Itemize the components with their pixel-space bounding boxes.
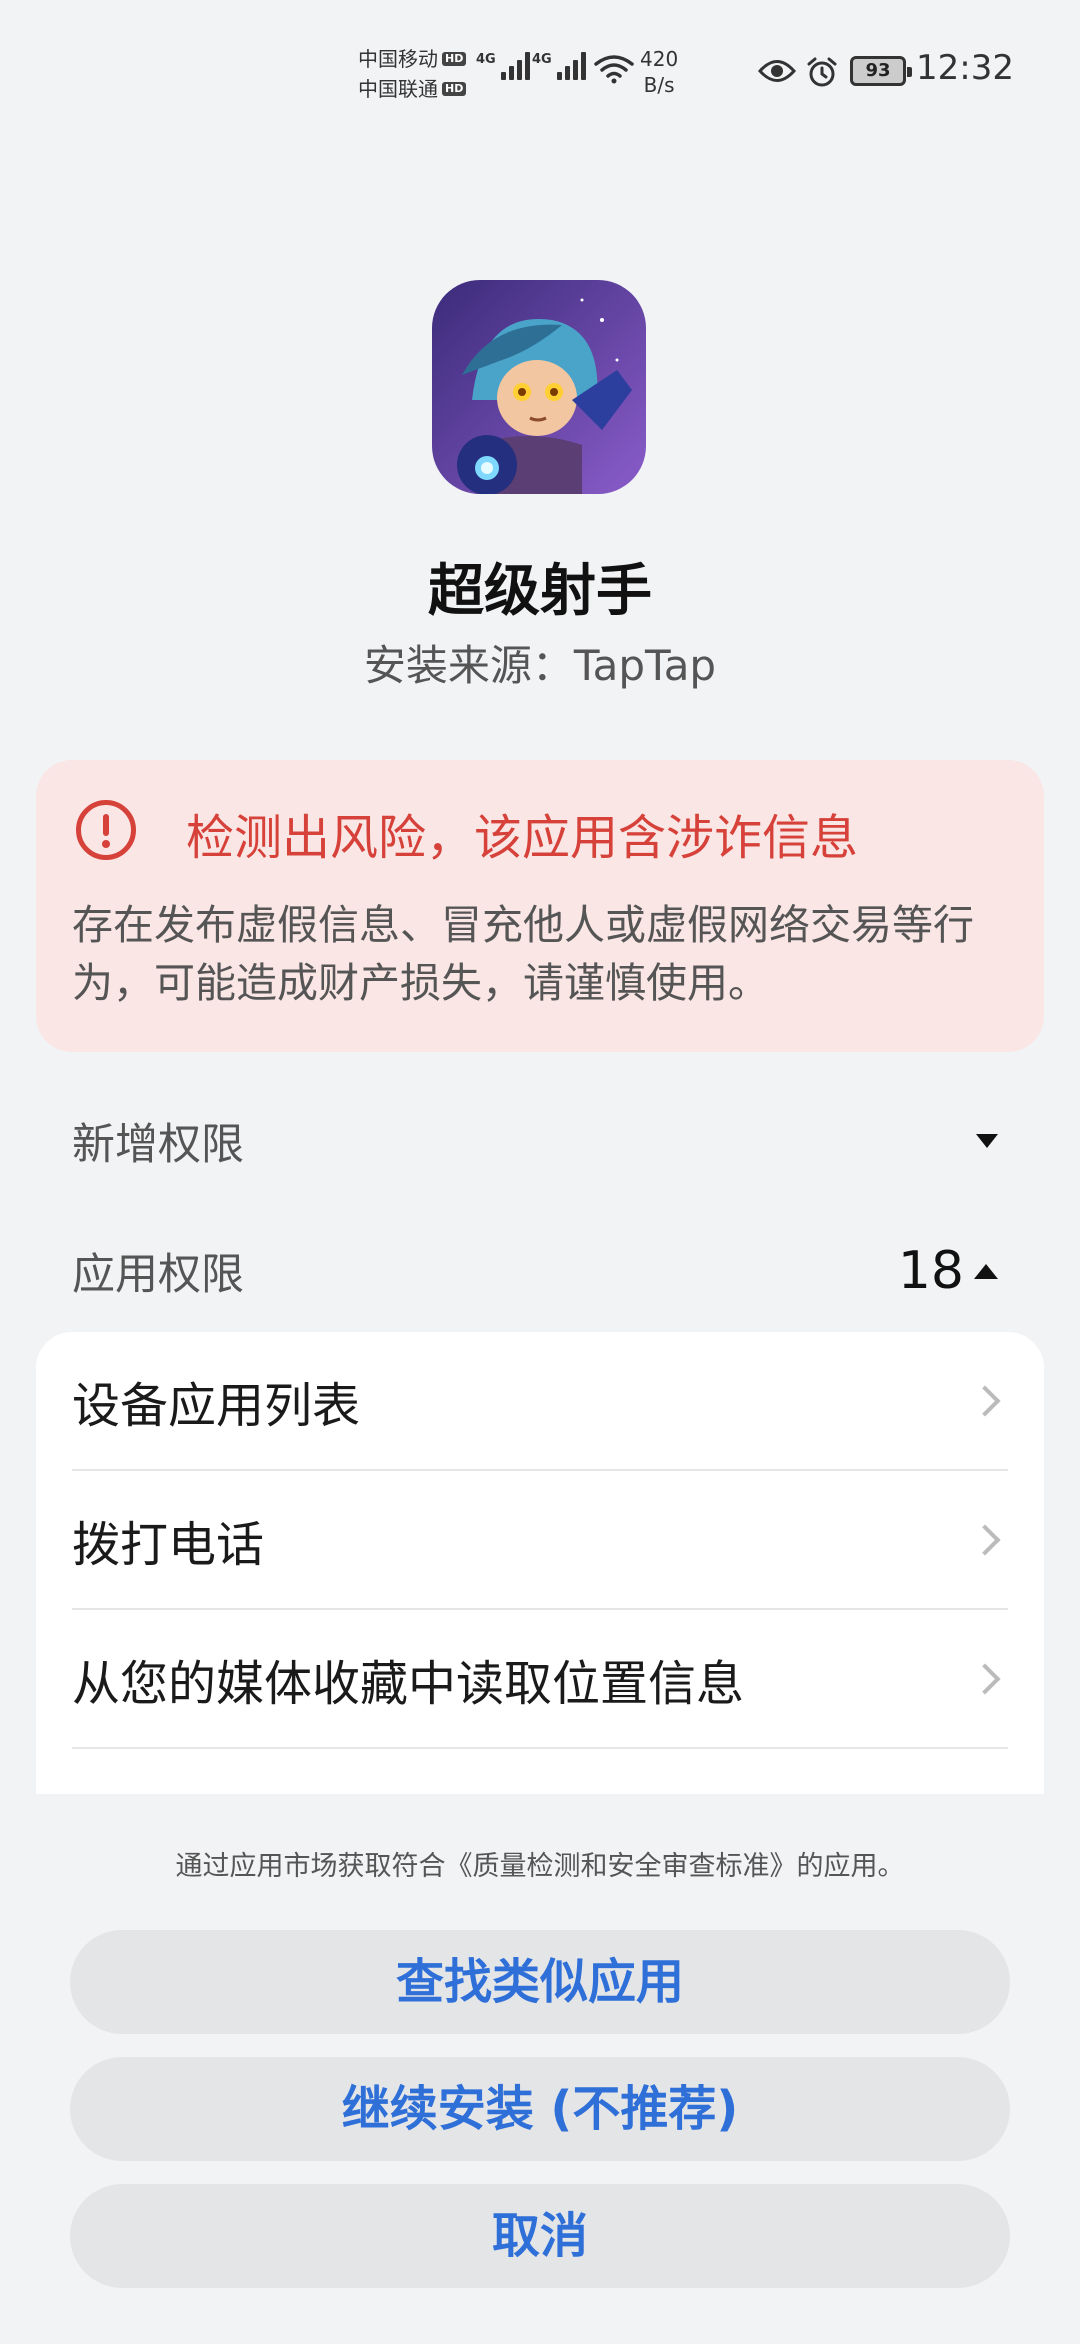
expand-down-icon	[976, 1134, 998, 1148]
net-speed: 420 B/s	[640, 46, 678, 98]
permission-label: 从您的媒体收藏中读取位置信息	[72, 1655, 745, 1712]
permission-label: 拨打电话	[72, 1516, 265, 1573]
status-bar: 中国移动 HD 中国联通 HD 4G 4G 420 B/s 93 12:32	[0, 0, 1080, 130]
wifi-icon	[594, 55, 634, 84]
permission-label: 设备应用列表	[72, 1377, 361, 1434]
permission-count: 18	[897, 1241, 964, 1301]
carrier-2: 中国联通	[358, 77, 438, 101]
market-note: 通过应用市场获取符合《质量检测和安全审查标准》的应用。	[175, 1851, 905, 1882]
signal-icon: 4G	[476, 52, 530, 80]
alarm-icon	[807, 57, 837, 87]
net-speed-value: 420	[640, 47, 679, 71]
install-screen: 中国移动 HD 中国联通 HD 4G 4G 420 B/s 93 12:32 超…	[0, 0, 1080, 2344]
risk-description: 存在发布虚假信息、冒充他人或虚假网络交易等行为，可能造成财产损失，请谨慎使用。	[72, 901, 974, 1007]
chevron-right-icon	[969, 1662, 1001, 1695]
install-source: 安装来源：TapTap	[363, 641, 717, 690]
hd-badge: HD	[442, 82, 467, 96]
hd-badge: HD	[442, 52, 467, 66]
permission-list: 设备应用列表 拨打电话 从您的媒体收藏中读取位置信息	[36, 1332, 1044, 1794]
carrier-info: 中国移动 HD 中国联通 HD	[358, 44, 467, 104]
eye-comfort-icon	[758, 60, 796, 82]
app-permissions-header[interactable]: 应用权限 18	[72, 1240, 1008, 1302]
carrier-1: 中国移动	[358, 47, 438, 71]
warning-circle-icon	[76, 800, 136, 860]
app-name: 超级射手	[428, 559, 652, 624]
net-speed-unit: B/s	[643, 73, 675, 97]
collapse-up-icon	[974, 1263, 998, 1279]
chevron-right-icon	[969, 1523, 1001, 1556]
network-type-label: 4G	[532, 52, 552, 67]
permission-item[interactable]: 拨打电话	[72, 1471, 1008, 1610]
app-icon	[432, 280, 646, 494]
app-permissions-label: 应用权限	[72, 1250, 244, 1300]
cancel-button[interactable]: 取消	[70, 2184, 1010, 2288]
permission-item[interactable]: 从您的媒体收藏中读取位置信息	[72, 1610, 1008, 1749]
find-similar-button[interactable]: 查找类似应用	[70, 1930, 1010, 2034]
permission-item[interactable]	[72, 1749, 1008, 1794]
new-permissions-header[interactable]: 新增权限	[72, 1110, 1008, 1172]
clock: 12:32	[916, 48, 1014, 88]
new-permissions-label: 新增权限	[72, 1120, 244, 1170]
continue-install-button[interactable]: 继续安装 (不推荐)	[70, 2057, 1010, 2161]
battery-icon: 93	[850, 56, 912, 86]
signal-icon: 4G	[532, 52, 586, 80]
risk-warning-card: 检测出风险，该应用含涉诈信息 存在发布虚假信息、冒充他人或虚假网络交易等行为，可…	[36, 760, 1044, 1052]
game-character-icon	[432, 280, 646, 494]
chevron-right-icon	[969, 1384, 1001, 1417]
permission-item[interactable]: 设备应用列表	[72, 1332, 1008, 1471]
network-type-label: 4G	[476, 52, 496, 67]
risk-title: 检测出风险，该应用含涉诈信息	[186, 810, 859, 866]
